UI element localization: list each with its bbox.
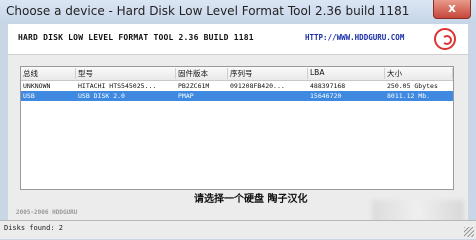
cell-serial: 091208FB420...: [230, 82, 285, 90]
hddguru-logo-icon: [434, 28, 456, 50]
close-button[interactable]: x: [433, 0, 471, 19]
cell-size: 250.05 Gbytes: [387, 82, 438, 90]
cell-bus: USB: [23, 92, 35, 100]
table-header: 总线 型号 固件版本 序列号 LBA 大小: [21, 67, 453, 81]
dialog-client-area: HARD DISK LOW LEVEL FORMAT TOOL 2.36 BUI…: [8, 24, 468, 230]
cell-serial: [228, 91, 308, 101]
app-title: HARD DISK LOW LEVEL FORMAT TOOL 2.36 BUI…: [18, 33, 254, 42]
close-icon: x: [448, 1, 456, 15]
resize-grip-icon[interactable]: [464, 227, 474, 237]
device-list[interactable]: 总线 型号 固件版本 序列号 LBA 大小 UNKNOWN HITACHI HT…: [20, 66, 454, 190]
status-bar: Disks found: 2: [0, 220, 476, 239]
table-row-selected[interactable]: USB USB DISK 2.0 PMAP 15646720 8011.12 M…: [21, 91, 453, 101]
cell-firmware: PB2ZC61M: [178, 82, 210, 90]
cell-bus: UNKNOWN: [23, 82, 51, 90]
cell-model: USB DISK 2.0: [78, 92, 125, 100]
column-header-model[interactable]: 型号: [76, 68, 176, 79]
column-header-size[interactable]: 大小: [385, 68, 453, 79]
app-header: HARD DISK LOW LEVEL FORMAT TOOL 2.36 BUI…: [8, 24, 468, 55]
cell-firmware: PMAP: [178, 92, 194, 100]
column-header-firmware[interactable]: 固件版本: [176, 68, 228, 79]
column-header-serial[interactable]: 序列号: [228, 68, 308, 79]
cell-model: HITACHI HTS545025...: [78, 82, 157, 90]
disks-found-status: Disks found: 2: [4, 224, 64, 232]
cell-size: 8011.12 Mb.: [387, 92, 431, 100]
select-disk-prompt: 请选择一个硬盘 陶子汉化: [194, 194, 308, 205]
column-header-bus[interactable]: 总线: [21, 68, 76, 79]
cell-lba: 488397168: [310, 82, 346, 90]
cell-lba: 15646720: [310, 92, 342, 100]
title-bar[interactable]: Choose a device - Hard Disk Low Level Fo…: [0, 0, 476, 24]
window-title: Choose a device - Hard Disk Low Level Fo…: [6, 4, 410, 18]
hddguru-link[interactable]: HTTP://WWW.HDDGURU.COM: [305, 33, 404, 42]
table-row[interactable]: UNKNOWN HITACHI HTS545025... PB2ZC61M 09…: [21, 81, 453, 91]
column-header-lba[interactable]: LBA: [308, 68, 385, 79]
copyright-text: 2005-2006 HDDGURU: [16, 209, 78, 216]
